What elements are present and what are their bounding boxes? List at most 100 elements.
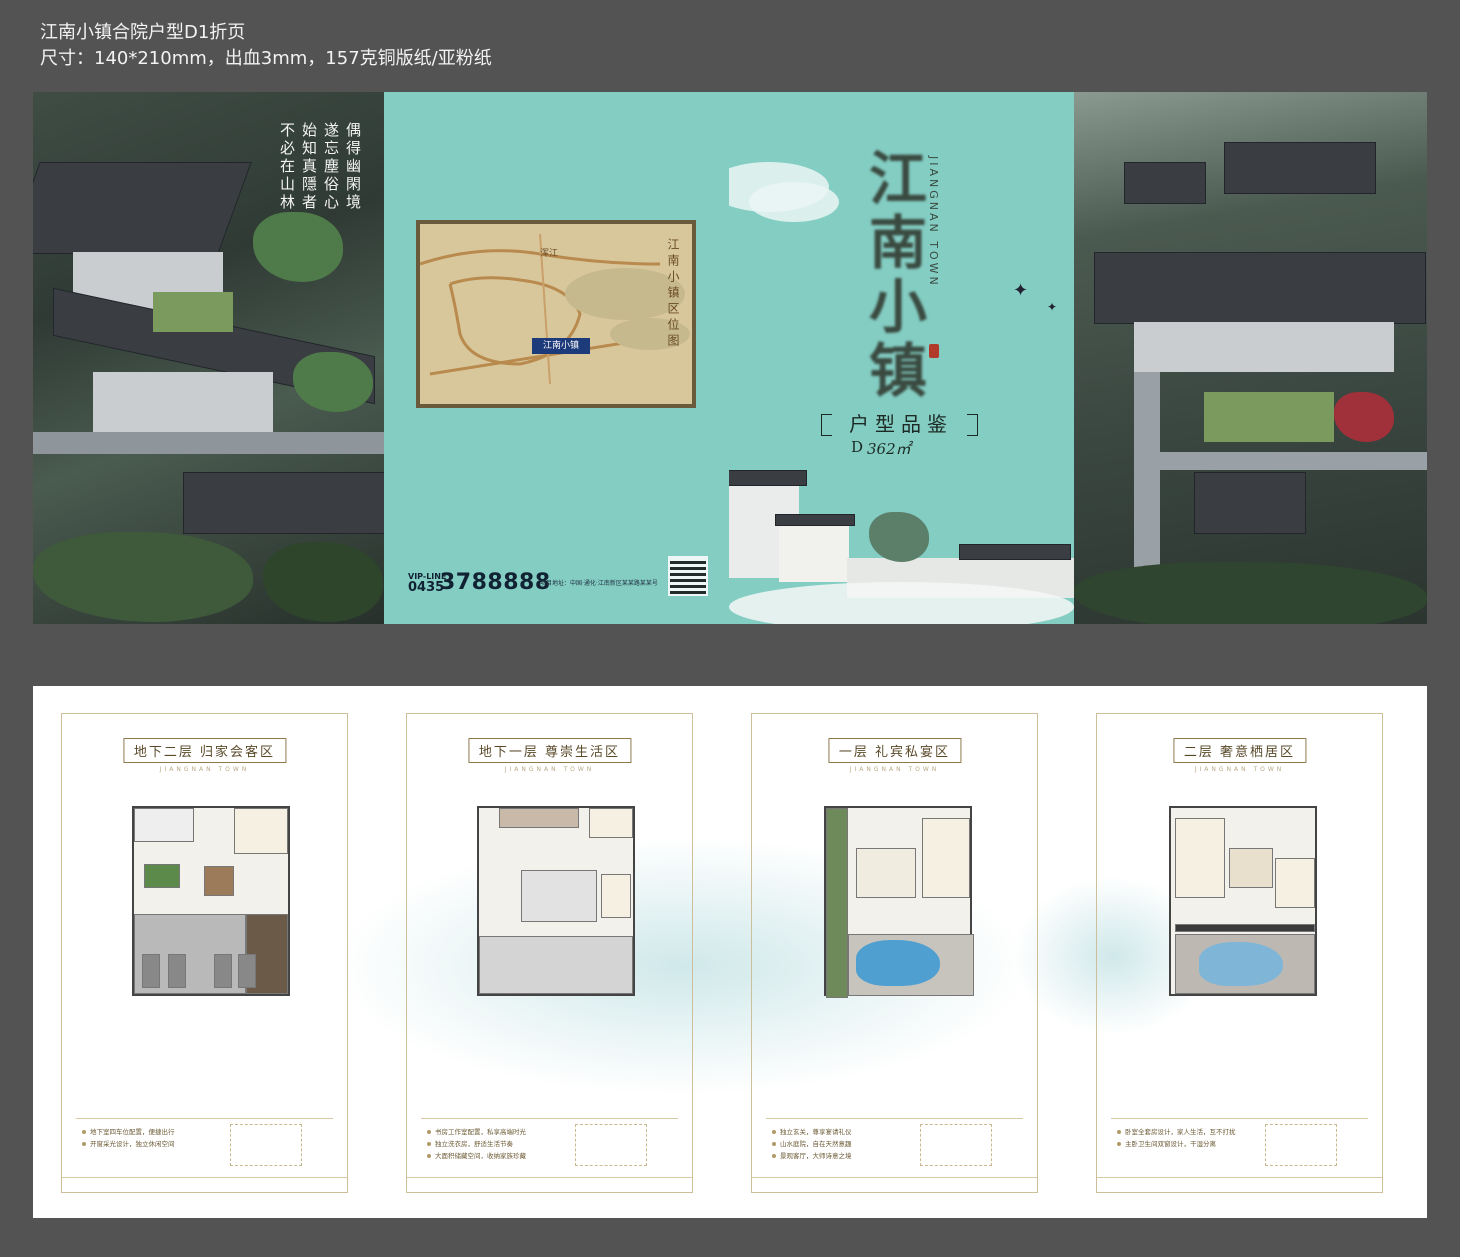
feature-item: 独立玄关，尊享宴请礼仪 xyxy=(772,1126,852,1138)
brochure-inside-spread: 地下二层 归家会客区 JIANGNAN TOWN 地下室四车位配置，便捷出行 开… xyxy=(33,686,1427,1218)
feature-item: 地下室四车位配置，便捷出行 xyxy=(82,1126,175,1138)
bullet-icon xyxy=(427,1154,431,1158)
floorplan-en: JIANGNAN TOWN xyxy=(159,766,250,773)
hotline-number[interactable]: 3788888 xyxy=(440,570,551,595)
feature-item: 开窗采光设计，独立休闲空间 xyxy=(82,1138,175,1150)
divider xyxy=(76,1118,333,1119)
garden-strip xyxy=(826,808,848,998)
sofa-set xyxy=(204,866,234,896)
roof xyxy=(1094,252,1426,324)
feature-list: 书房工作室配置，私享高端时光 独立洗衣房，舒适生活节奏 大面积储藏空间，收纳家族… xyxy=(427,1126,526,1162)
floorplan-drawing xyxy=(477,806,635,996)
house-wall xyxy=(93,372,273,432)
page-title: 江南小镇合院户型D1折页 xyxy=(40,22,246,43)
living-room xyxy=(856,848,916,898)
floorplan-b2: 地下二层 归家会客区 JIANGNAN TOWN 地下室四车位配置，便捷出行 开… xyxy=(61,713,348,1193)
roof xyxy=(959,544,1071,560)
feature-item: 主卧卫生间双窗设计，干湿分离 xyxy=(1117,1138,1236,1150)
floorplan-title: 一层 礼宾私宴区 xyxy=(827,738,962,763)
trees xyxy=(263,542,383,622)
lawn xyxy=(1204,392,1334,442)
front-cover: 江南小镇 JIANGNAN TOWN ✦ ✦ 户型品鉴 D 362㎡ xyxy=(729,92,1074,624)
bullet-icon xyxy=(427,1142,431,1146)
trees xyxy=(253,212,343,282)
feature-item: 景观客厅，大师诗意之境 xyxy=(772,1150,852,1162)
aerial-photo-right xyxy=(1074,92,1427,624)
billiard-table xyxy=(144,864,180,888)
red-tree xyxy=(1334,392,1394,442)
cover-title-en: JIANGNAN TOWN xyxy=(927,156,940,288)
trees xyxy=(293,352,373,412)
roof xyxy=(729,470,807,486)
bullet-icon xyxy=(772,1130,776,1134)
bullet-icon xyxy=(82,1130,86,1134)
floorplan-en: JIANGNAN TOWN xyxy=(1194,766,1285,773)
footer-pattern xyxy=(1097,1177,1382,1186)
brochure-outside-spread: 偶得幽閑境 遂忘塵俗心 始知真隱者 不必在山林 浑江 江南小镇 江南小镇区位图 … xyxy=(33,92,1427,624)
car xyxy=(214,954,232,988)
site-keymap xyxy=(230,1124,302,1166)
location-panel: 浑江 江南小镇 江南小镇区位图 VIP-LINE 0435 3788888 项目… xyxy=(384,92,729,624)
floorplan-title: 地下二层 归家会客区 xyxy=(122,738,287,763)
car xyxy=(168,954,186,988)
divider xyxy=(421,1118,678,1119)
swallow-icon: ✦ xyxy=(1013,280,1029,301)
floorplan-drawing xyxy=(132,806,290,996)
trees xyxy=(33,532,253,622)
courtyard-wall xyxy=(33,432,384,454)
courtyard-wall xyxy=(1134,372,1160,582)
room xyxy=(234,808,288,854)
roof-tiles xyxy=(1175,924,1315,932)
site-keymap xyxy=(920,1124,992,1166)
location-map: 浑江 江南小镇 江南小镇区位图 xyxy=(416,220,696,408)
poem-line-2: 遂忘塵俗心 xyxy=(322,122,340,212)
feature-list: 卧室全套房设计，家人生活，互不打扰 主卧卫生间双窗设计，干湿分离 xyxy=(1117,1126,1236,1150)
roof xyxy=(1224,142,1376,194)
bullet-icon xyxy=(772,1142,776,1146)
pool xyxy=(856,940,940,986)
footer-pattern xyxy=(62,1177,347,1186)
room xyxy=(922,818,970,898)
site-keymap xyxy=(1265,1124,1337,1166)
gatehouse-roof xyxy=(1194,472,1306,534)
floorplan-b1: 地下一层 尊崇生活区 JIANGNAN TOWN 书房工作室配置，私享高端时光 … xyxy=(406,713,693,1193)
feature-item: 山水庭院，自在天然意趣 xyxy=(772,1138,852,1150)
bullet-icon xyxy=(82,1142,86,1146)
bedroom xyxy=(1229,848,1273,888)
poem-line-4: 不必在山林 xyxy=(278,122,296,212)
footer-pattern xyxy=(752,1177,1037,1186)
trees xyxy=(1074,562,1427,624)
roof xyxy=(1124,162,1206,204)
print-spec: 尺寸：140*210mm，出血3mm，157克铜版纸/亚粉纸 xyxy=(40,48,492,69)
divider xyxy=(766,1118,1023,1119)
house-wall xyxy=(1134,322,1394,372)
room xyxy=(499,808,579,828)
poem-line-1: 偶得幽閑境 xyxy=(344,122,362,212)
aerial-photo-left: 偶得幽閑境 遂忘塵俗心 始知真隱者 不必在山林 xyxy=(33,92,384,624)
floorplan-1f: 一层 礼宾私宴区 JIANGNAN TOWN 独立玄关，尊享宴请礼仪 山水庭院，… xyxy=(751,713,1038,1193)
unit-area: 362㎡ xyxy=(867,440,911,458)
floorplan-en: JIANGNAN TOWN xyxy=(849,766,940,773)
unit-type: D xyxy=(851,438,864,456)
storage xyxy=(479,936,633,994)
mist xyxy=(729,582,1074,624)
roof xyxy=(33,162,252,254)
qr-code[interactable] xyxy=(668,556,708,596)
bullet-icon xyxy=(1117,1130,1121,1134)
title-frame-left xyxy=(821,414,832,436)
bedroom xyxy=(1275,858,1315,908)
map-river-label: 浑江 xyxy=(540,249,559,259)
car xyxy=(238,954,256,988)
roof xyxy=(775,514,855,526)
floorplan-drawing xyxy=(824,806,974,998)
feature-list: 地下室四车位配置，便捷出行 开窗采光设计，独立休闲空间 xyxy=(82,1126,175,1150)
feature-item: 书房工作室配置，私享高端时光 xyxy=(427,1126,526,1138)
project-address: 项目地址：中国·通化·江南新区某某路某某号 xyxy=(540,580,658,587)
room xyxy=(601,874,631,918)
car xyxy=(142,954,160,988)
pool xyxy=(1199,942,1283,986)
floorplan-en: JIANGNAN TOWN xyxy=(504,766,595,773)
product-title: 户型品鉴 xyxy=(849,412,953,436)
lawn xyxy=(153,292,233,332)
floorplan-title: 二层 奢意栖居区 xyxy=(1172,738,1307,763)
